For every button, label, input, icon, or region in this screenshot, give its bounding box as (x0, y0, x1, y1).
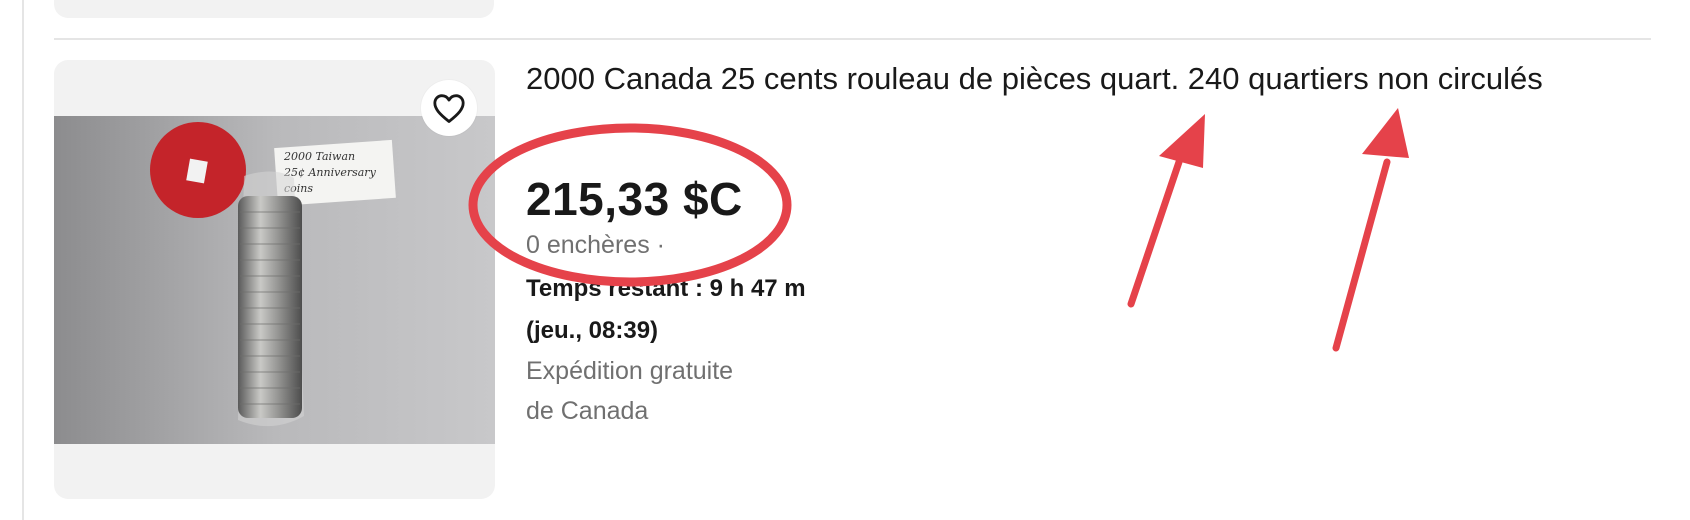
shipping-info: Expédition gratuite (526, 357, 734, 385)
annotation-arrowhead-2 (1362, 108, 1409, 158)
listing-price: 215,33 $C (526, 173, 743, 225)
listing-divider (54, 38, 1651, 40)
previous-listing-image-card[interactable] (54, 0, 494, 18)
end-time: (jeu., 08:39) (526, 317, 659, 344)
time-remaining: Temps restant : 9 h 47 m (526, 275, 806, 302)
item-location: de Canada (526, 397, 649, 425)
annotation-arrowhead-1 (1159, 114, 1205, 168)
watch-button[interactable] (421, 80, 477, 136)
photo-note-line-1: 2000 Taiwan (283, 150, 355, 163)
bid-count: 0 enchères · (526, 231, 665, 259)
product-photo[interactable]: 2000 Taiwan 25¢ Anniversary coins (54, 116, 495, 444)
listing-image-card[interactable]: 2000 Taiwan 25¢ Anniversary coins (54, 60, 495, 499)
heart-icon (433, 94, 465, 123)
listing-title[interactable]: 2000 Canada 25 cents rouleau de pièces q… (526, 60, 1646, 98)
annotation-arrow-1 (1127, 158, 1183, 308)
photo-note-line-2: 25¢ Anniversary (283, 166, 377, 179)
annotation-arrow-2 (1332, 158, 1391, 352)
left-rail (0, 0, 24, 520)
